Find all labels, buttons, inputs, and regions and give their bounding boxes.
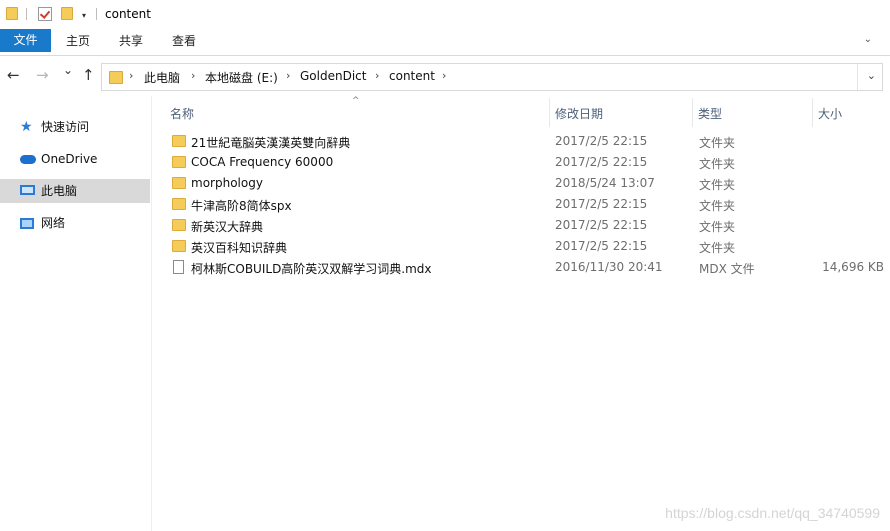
separator	[96, 8, 97, 20]
back-arrow-icon[interactable]: ←	[7, 66, 20, 84]
sidebar-item-label: 快速访问	[41, 120, 90, 134]
folder-icon	[172, 219, 186, 231]
file-type: 文件夹	[699, 136, 736, 150]
folder-icon	[172, 198, 186, 210]
file-type: 文件夹	[699, 241, 736, 255]
file-date: 2017/2/5 22:15	[555, 197, 648, 211]
folder-icon[interactable]	[6, 7, 18, 20]
file-name: 柯林斯COBUILD高阶英汉双解学习词典.mdx	[191, 262, 432, 276]
customize-quick-access-icon[interactable]: ▾	[82, 11, 86, 20]
file-type: 文件夹	[699, 220, 736, 234]
chevron-right-icon[interactable]: ›	[442, 69, 446, 82]
network-icon	[20, 218, 34, 229]
title-bar: ▾ content	[0, 0, 890, 29]
file-name: 21世紀竜脳英漢漢英雙向辭典	[191, 136, 351, 150]
file-row[interactable]: 英汉百科知识辞典 2017/2/5 22:15 文件夹	[152, 236, 890, 257]
new-folder-icon[interactable]	[61, 7, 73, 20]
sidebar-item-onedrive[interactable]: OneDrive	[0, 147, 150, 171]
breadcrumb-goldendict[interactable]: GoldenDict	[300, 69, 366, 83]
sidebar-item-label: 此电脑	[41, 184, 78, 198]
column-divider[interactable]	[549, 98, 550, 127]
folder-icon	[172, 156, 186, 168]
cloud-icon	[20, 155, 36, 164]
folder-icon	[172, 177, 186, 189]
sidebar-item-network[interactable]: 网络	[0, 211, 150, 235]
file-row[interactable]: COCA Frequency 60000 2017/2/5 22:15 文件夹	[152, 152, 890, 173]
sidebar-item-label: OneDrive	[41, 152, 98, 166]
tab-view[interactable]: 查看	[172, 29, 196, 52]
chevron-down-icon[interactable]: ⌄	[864, 34, 872, 45]
star-icon: ★	[20, 119, 33, 135]
sidebar-item-quick-access[interactable]: ★ 快速访问	[0, 115, 150, 139]
file-name: 牛津高阶8简体spx	[191, 199, 292, 213]
file-row[interactable]: 21世紀竜脳英漢漢英雙向辭典 2017/2/5 22:15 文件夹	[152, 131, 890, 152]
folder-icon	[172, 240, 186, 252]
breadcrumb-content[interactable]: content	[389, 69, 435, 83]
up-arrow-icon[interactable]: ↑	[82, 66, 95, 84]
recent-locations-icon[interactable]: ⌄	[63, 63, 73, 77]
navigation-bar: ← → ⌄ ↑ › 此电脑 › 本地磁盘 (E:) › GoldenDict ›…	[0, 56, 890, 96]
file-name: morphology	[191, 176, 263, 190]
column-divider[interactable]	[812, 98, 813, 127]
file-row[interactable]: 柯林斯COBUILD高阶英汉双解学习词典.mdx 2016/11/30 20:4…	[152, 257, 890, 278]
column-header-size[interactable]: 大小	[818, 105, 842, 122]
chevron-right-icon[interactable]: ›	[129, 69, 133, 82]
navigation-pane: ★ 快速访问 OneDrive 此电脑 网络	[0, 96, 152, 531]
file-date: 2016/11/30 20:41	[555, 260, 663, 274]
file-date: 2017/2/5 22:15	[555, 239, 648, 253]
breadcrumb-this-pc[interactable]: 此电脑	[144, 69, 180, 86]
folder-icon	[172, 135, 186, 147]
computer-icon	[20, 185, 35, 195]
folder-icon	[109, 71, 123, 84]
file-row[interactable]: 新英汉大辞典 2017/2/5 22:15 文件夹	[152, 215, 890, 236]
column-header-name[interactable]: 名称	[170, 105, 194, 122]
chevron-right-icon[interactable]: ›	[191, 69, 195, 82]
file-type: 文件夹	[699, 178, 736, 192]
file-size: 14,696 KB	[822, 260, 884, 274]
file-date: 2018/5/24 13:07	[555, 176, 655, 190]
tab-file[interactable]: 文件	[0, 29, 51, 52]
breadcrumb-local-disk[interactable]: 本地磁盘 (E:)	[205, 69, 278, 86]
chevron-right-icon[interactable]: ›	[286, 69, 290, 82]
file-name: COCA Frequency 60000	[191, 155, 334, 169]
file-type: MDX 文件	[699, 262, 755, 276]
tab-home[interactable]: 主页	[66, 29, 90, 52]
address-dropdown-icon[interactable]: ⌄	[867, 69, 876, 82]
chevron-right-icon[interactable]: ›	[375, 69, 379, 82]
column-header-type[interactable]: 类型	[698, 105, 722, 122]
window-title: content	[105, 7, 151, 21]
column-divider[interactable]	[692, 98, 693, 127]
divider	[857, 64, 858, 90]
file-type: 文件夹	[699, 199, 736, 213]
file-date: 2017/2/5 22:15	[555, 218, 648, 232]
forward-arrow-icon[interactable]: →	[36, 66, 49, 84]
file-type: 文件夹	[699, 157, 736, 171]
watermark: https://blog.csdn.net/qq_34740599	[665, 505, 880, 521]
separator	[26, 8, 27, 20]
document-icon	[173, 260, 184, 274]
tab-share[interactable]: 共享	[119, 29, 143, 52]
file-row[interactable]: 牛津高阶8简体spx 2017/2/5 22:15 文件夹	[152, 194, 890, 215]
address-bar[interactable]: › 此电脑 › 本地磁盘 (E:) › GoldenDict › content…	[101, 63, 883, 91]
sidebar-item-label: 网络	[41, 216, 66, 230]
properties-icon[interactable]	[38, 7, 52, 21]
file-date: 2017/2/5 22:15	[555, 155, 648, 169]
file-row[interactable]: morphology 2018/5/24 13:07 文件夹	[152, 173, 890, 194]
file-name: 新英汉大辞典	[191, 220, 264, 234]
column-headers: 名称 修改日期 类型 大小	[152, 98, 890, 127]
file-name: 英汉百科知识辞典	[191, 241, 288, 255]
sidebar-item-this-pc[interactable]: 此电脑	[0, 179, 150, 203]
column-header-date[interactable]: 修改日期	[555, 105, 603, 122]
file-date: 2017/2/5 22:15	[555, 134, 648, 148]
ribbon-tabs: 文件 主页 共享 查看 ⌄	[0, 29, 890, 56]
